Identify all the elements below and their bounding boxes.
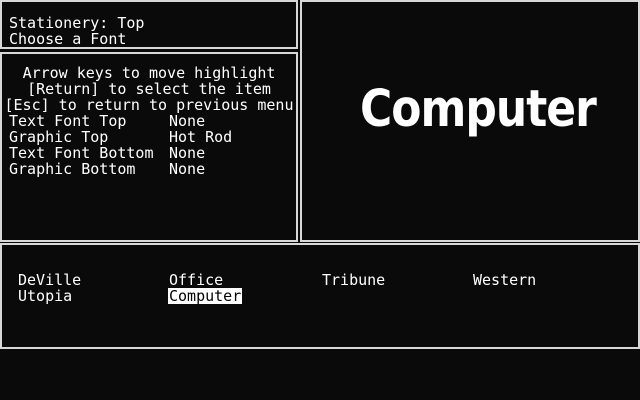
font-item-utopia[interactable]: Utopia: [17, 288, 73, 304]
option-value: None: [169, 144, 206, 162]
instruction-esc: [Esc] to return to previous menu: [4, 96, 294, 114]
option-text-font-top[interactable]: Text Font Top None: [9, 113, 289, 129]
font-preview-panel: Computer: [300, 0, 640, 242]
font-list-panel: DeVille Office Tribune Western Utopia Co…: [0, 243, 640, 349]
choose-font-prompt: Choose a Font: [9, 30, 127, 48]
instruction-return: [Return] to select the item: [27, 80, 271, 98]
stationery-title: Stationery: Top: [9, 14, 145, 32]
option-label: Text Font Top: [9, 112, 127, 130]
option-value: Hot Rod: [169, 128, 233, 146]
font-item-computer[interactable]: Computer: [168, 288, 243, 304]
title-panel: Stationery: Top Choose a Font: [0, 0, 298, 49]
option-value: None: [169, 112, 206, 130]
instruction-arrow-keys: Arrow keys to move highlight: [22, 64, 276, 82]
font-item-office[interactable]: Office: [168, 272, 224, 288]
option-label: Graphic Top: [9, 128, 109, 146]
font-item-western[interactable]: Western: [472, 272, 537, 288]
font-item-deville[interactable]: DeVille: [17, 272, 82, 288]
option-text-font-bottom[interactable]: Text Font Bottom None: [9, 145, 289, 161]
option-value: None: [169, 160, 206, 178]
font-preview-text: Computer: [360, 80, 597, 139]
menu-panel: Arrow keys to move highlight [Return] to…: [0, 52, 298, 242]
option-graphic-top[interactable]: Graphic Top Hot Rod: [9, 129, 289, 145]
option-label: Text Font Bottom: [9, 144, 154, 162]
option-label: Graphic Bottom: [9, 160, 136, 178]
option-graphic-bottom[interactable]: Graphic Bottom None: [9, 161, 289, 177]
font-item-tribune[interactable]: Tribune: [321, 272, 386, 288]
